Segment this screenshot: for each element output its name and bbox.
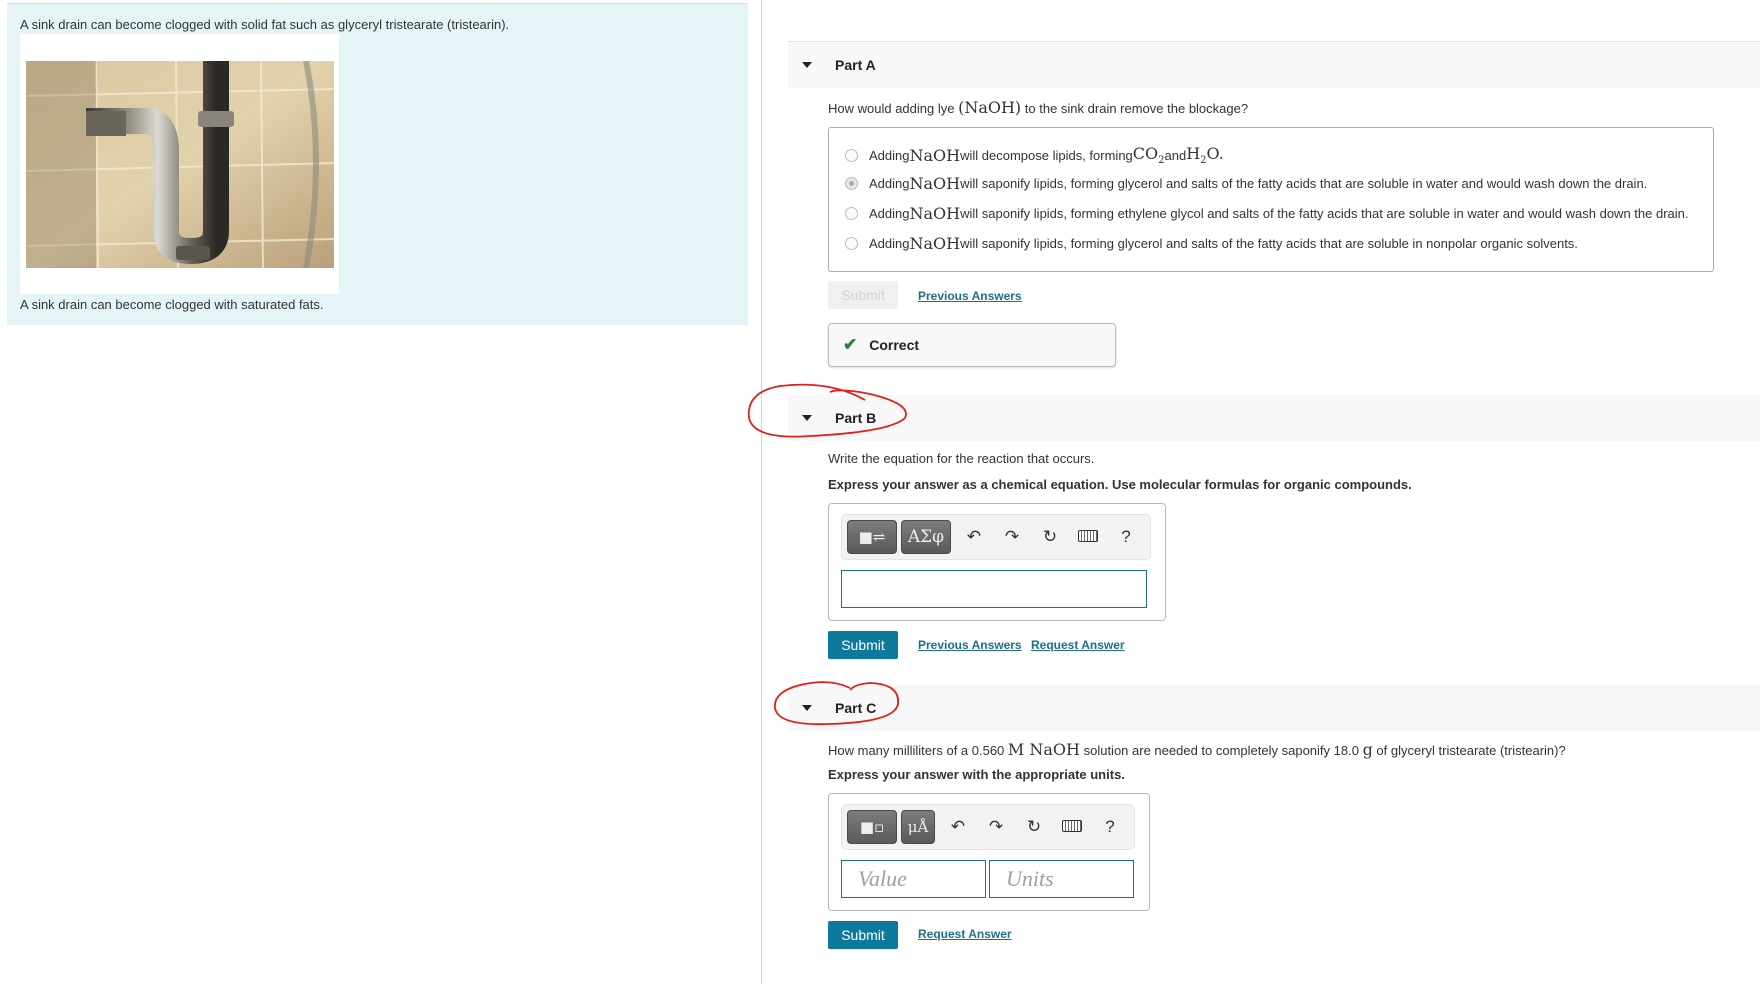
part-b-submit-button[interactable]: Submit	[828, 631, 898, 659]
radio-button[interactable]	[845, 148, 858, 162]
value-input[interactable]: Value	[841, 860, 986, 898]
figure	[20, 34, 339, 294]
part-c-answer-editor: ■▫ μÅ ↶ ↷ ↻ ? Value Units	[828, 793, 1150, 911]
part-b-header[interactable]: Part B	[788, 395, 1760, 441]
part-b-previous-answers-link[interactable]: Previous Answers	[918, 638, 1022, 652]
part-a-question: How would adding lye (NaOH) to the sink …	[828, 98, 1249, 117]
sink-drain-photo	[26, 61, 334, 268]
templates-button[interactable]: ■⇌	[847, 520, 897, 554]
choice-2[interactable]: Adding NaOH will saponify lipids, formin…	[845, 174, 1647, 193]
panel-divider	[761, 0, 762, 984]
choice-3[interactable]: Adding NaOH will saponify lipids, formin…	[845, 204, 1689, 223]
radio-button[interactable]	[845, 207, 858, 220]
radio-button[interactable]	[845, 237, 858, 250]
math-toolbar: ■⇌ ΑΣφ ↶ ↷ ↻ ?	[841, 514, 1151, 560]
figure-caption: A sink drain can become clogged with sat…	[20, 297, 324, 312]
undo-icon[interactable]: ↶	[939, 817, 977, 837]
part-b-request-answer-link[interactable]: Request Answer	[1031, 638, 1125, 652]
units-button[interactable]: μÅ	[901, 810, 935, 844]
keyboard-icon[interactable]	[1053, 817, 1091, 837]
part-c-request-answer-link[interactable]: Request Answer	[918, 927, 1012, 941]
part-c-question: How many milliliters of a 0.560 M NaOH s…	[828, 740, 1566, 759]
equation-input[interactable]	[841, 570, 1147, 608]
intro-panel: A sink drain can become clogged with sol…	[7, 3, 748, 325]
collapse-caret-icon	[802, 415, 812, 421]
math-toolbar: ■▫ μÅ ↶ ↷ ↻ ?	[841, 804, 1135, 850]
collapse-caret-icon	[802, 705, 812, 711]
part-a-submit-button[interactable]: Submit	[828, 281, 898, 309]
part-c-header[interactable]: Part C	[788, 685, 1760, 731]
undo-icon[interactable]: ↶	[955, 527, 993, 547]
part-a-choices: Adding NaOH will decompose lipids, formi…	[828, 127, 1714, 272]
part-a-title: Part A	[835, 57, 876, 73]
reset-icon[interactable]: ↻	[1015, 817, 1053, 837]
part-c-instruction: Express your answer with the appropriate…	[828, 767, 1125, 782]
templates-button[interactable]: ■▫	[847, 810, 897, 844]
keyboard-icon[interactable]	[1069, 527, 1107, 547]
checkmark-icon: ✔	[843, 335, 858, 354]
part-b-answer-editor: ■⇌ ΑΣφ ↶ ↷ ↻ ?	[828, 503, 1166, 621]
feedback-text: Correct	[869, 337, 920, 353]
sink-drain-image	[26, 61, 334, 268]
part-c-submit-button[interactable]: Submit	[828, 921, 898, 949]
units-placeholder: Units	[1006, 866, 1054, 891]
part-b-instruction: Express your answer as a chemical equati…	[828, 477, 1412, 492]
help-icon[interactable]: ?	[1107, 527, 1145, 547]
part-c-title: Part C	[835, 700, 877, 716]
value-placeholder: Value	[858, 866, 907, 891]
correct-feedback: ✔ Correct	[828, 323, 1116, 367]
part-b-question: Write the equation for the reaction that…	[828, 451, 1095, 466]
part-a-previous-answers-link[interactable]: Previous Answers	[918, 289, 1022, 303]
radio-button-selected[interactable]	[845, 177, 858, 190]
choice-1[interactable]: Adding NaOH will decompose lipids, formi…	[845, 144, 1224, 166]
redo-icon[interactable]: ↷	[993, 527, 1031, 547]
units-input[interactable]: Units	[989, 860, 1134, 898]
redo-icon[interactable]: ↷	[977, 817, 1015, 837]
reset-icon[interactable]: ↻	[1031, 527, 1069, 547]
part-a-header[interactable]: Part A	[788, 42, 1760, 88]
choice-4[interactable]: Adding NaOH will saponify lipids, formin…	[845, 234, 1578, 253]
help-icon[interactable]: ?	[1091, 817, 1129, 837]
collapse-caret-icon	[802, 62, 812, 68]
greek-symbols-button[interactable]: ΑΣφ	[901, 520, 951, 554]
intro-text: A sink drain can become clogged with sol…	[20, 17, 510, 32]
part-b-title: Part B	[835, 410, 877, 426]
